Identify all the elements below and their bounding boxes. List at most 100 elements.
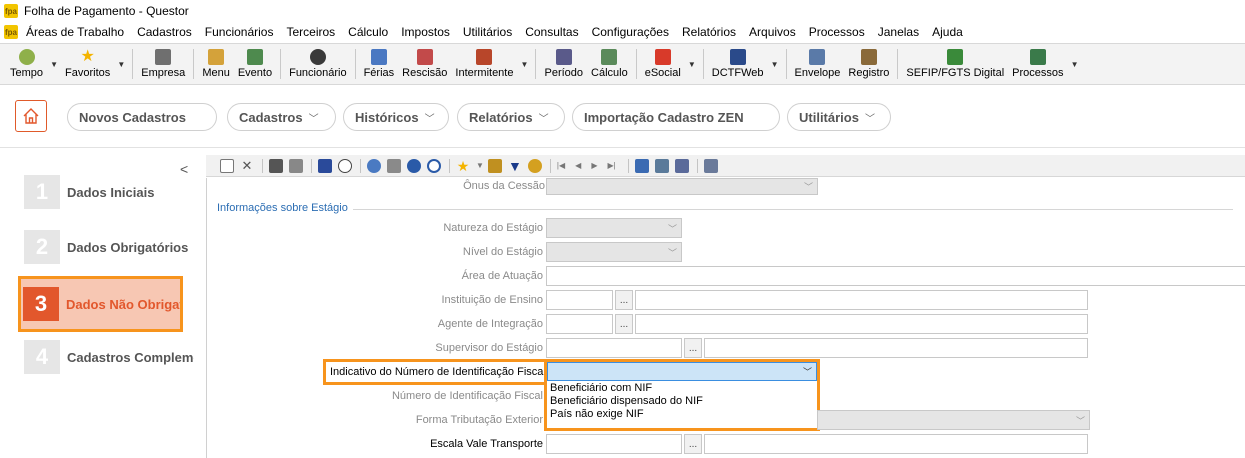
first-record-icon[interactable]: |◀ — [557, 161, 565, 170]
intermitente-dropdown-icon[interactable]: ▼ — [517, 44, 531, 84]
filter-icon[interactable]: ▼ — [508, 159, 522, 173]
step-label: Dados Iniciais — [67, 184, 155, 200]
cadastros-dropdown[interactable]: Cadastros ﹀ — [227, 103, 336, 131]
evento-button[interactable]: Evento — [234, 44, 276, 84]
next-record-icon[interactable]: ▶ — [591, 161, 597, 170]
favorite-dropdown-icon[interactable]: ▼ — [476, 161, 484, 170]
refresh-icon[interactable] — [338, 158, 352, 173]
web-icon[interactable] — [367, 158, 381, 173]
rescisao-button[interactable]: Rescisão — [398, 44, 451, 84]
agente-integracao-name-input[interactable] — [635, 314, 1088, 334]
menu-impostos[interactable]: Impostos — [401, 25, 450, 39]
menu-calculo[interactable]: Cálculo — [348, 25, 388, 39]
ferias-button[interactable]: Férias — [360, 44, 399, 84]
home-button[interactable] — [15, 100, 47, 132]
processos-button[interactable]: Processos — [1008, 44, 1067, 84]
favoritos-button[interactable]: ★ Favoritos — [61, 44, 114, 84]
menu-areas-trabalho[interactable]: Áreas de Trabalho — [26, 25, 124, 39]
esocial-button[interactable]: eSocial — [641, 44, 685, 84]
importacao-zen-button[interactable]: Importação Cadastro ZEN — [572, 103, 780, 131]
timer-icon[interactable] — [427, 158, 441, 173]
processos-dropdown-icon[interactable]: ▼ — [1068, 44, 1082, 84]
zoom-icon[interactable] — [703, 158, 718, 173]
menu-arquivos[interactable]: Arquivos — [749, 25, 796, 39]
dctfweb-icon — [729, 49, 746, 65]
nif-option-dispensado[interactable]: Beneficiário dispensado do NIF — [548, 395, 816, 408]
agente-integracao-code-input[interactable] — [546, 314, 613, 334]
grid-icon[interactable] — [387, 158, 401, 173]
export-icon[interactable] — [487, 158, 502, 173]
new-record-icon[interactable] — [220, 158, 234, 173]
relatorios-dropdown[interactable]: Relatórios ﹀ — [457, 103, 565, 131]
menu-processos[interactable]: Processos — [809, 25, 865, 39]
print-icon[interactable] — [289, 158, 303, 173]
tempo-button[interactable]: Tempo — [6, 44, 47, 84]
intermitente-button[interactable]: Intermitente — [451, 44, 517, 84]
last-record-icon[interactable]: ▶| — [607, 161, 615, 170]
step-number: 1 — [24, 175, 60, 209]
indicativo-nif-combobox[interactable]: ﹀ Beneficiário com NIF Beneficiário disp… — [544, 359, 820, 431]
menu-utilitarios[interactable]: Utilitários — [463, 25, 512, 39]
info-icon[interactable] — [407, 158, 421, 173]
favoritos-dropdown-icon[interactable]: ▼ — [114, 44, 128, 84]
escala-vale-code-input[interactable] — [546, 434, 682, 454]
menu-cadastros[interactable]: Cadastros — [137, 25, 192, 39]
menu-terceiros[interactable]: Terceiros — [286, 25, 335, 39]
novos-cadastros-button[interactable]: Novos Cadastros — [67, 103, 217, 131]
menu-configuracoes[interactable]: Configurações — [592, 25, 669, 39]
toolbar-divider — [449, 158, 450, 173]
menu-button[interactable]: Menu — [198, 44, 234, 84]
nif-option-com-nif[interactable]: Beneficiário com NIF — [548, 382, 816, 395]
nivel-estagio-select[interactable]: ﹀ — [546, 242, 682, 262]
step-dados-obrigatorios[interactable]: 2 Dados Obrigatórios — [24, 230, 194, 264]
onus-cessao-select[interactable]: ﹀ — [546, 178, 818, 195]
save-icon[interactable] — [318, 158, 332, 173]
nif-option-pais-nao-exige[interactable]: País não exige NIF — [548, 408, 816, 421]
natureza-estagio-select[interactable]: ﹀ — [546, 218, 682, 238]
empresa-button[interactable]: Empresa — [137, 44, 189, 84]
tempo-dropdown-icon[interactable]: ▼ — [47, 44, 61, 84]
forma-tributacao-select[interactable]: ﹀ — [817, 410, 1090, 430]
menu-janelas[interactable]: Janelas — [878, 25, 919, 39]
escala-vale-name-input[interactable] — [704, 434, 1088, 454]
step-dados-nao-obrigatorios[interactable]: 3 Dados Não Obrigatórios — [18, 276, 183, 332]
indicativo-nif-selected[interactable]: ﹀ — [547, 362, 817, 381]
step-dados-iniciais[interactable]: 1 Dados Iniciais — [24, 175, 194, 209]
menu-funcionarios[interactable]: Funcionários — [205, 25, 274, 39]
supervisor-estagio-code-input[interactable] — [546, 338, 682, 358]
step-cadastros-complementares[interactable]: 4 Cadastros Complementares — [24, 340, 194, 374]
binoculars-icon[interactable] — [269, 158, 283, 173]
calculo-button[interactable]: Cálculo — [587, 44, 632, 84]
periodo-button[interactable]: Período — [540, 44, 587, 84]
favorite-star-icon[interactable]: ★ — [456, 159, 470, 173]
envelope-button[interactable]: Envelope — [791, 44, 845, 84]
instituicao-ensino-name-input[interactable] — [635, 290, 1088, 310]
instituicao-ensino-code-input[interactable] — [546, 290, 613, 310]
agente-integracao-lookup-button[interactable]: ... — [615, 314, 633, 334]
toolbar-divider — [132, 49, 134, 79]
dctfweb-dropdown-icon[interactable]: ▼ — [768, 44, 782, 84]
registro-button[interactable]: Registro — [844, 44, 893, 84]
edit-record-icon[interactable] — [634, 158, 649, 173]
delete-record-icon[interactable]: ✕ — [240, 158, 254, 173]
menu-relatorios[interactable]: Relatórios — [682, 25, 736, 39]
instituicao-ensino-lookup-button[interactable]: ... — [615, 290, 633, 310]
escala-vale-lookup-button[interactable]: ... — [684, 434, 702, 454]
list-view-icon[interactable] — [654, 158, 669, 173]
supervisor-estagio-name-input[interactable] — [704, 338, 1088, 358]
previous-record-icon[interactable]: ◀ — [575, 161, 581, 170]
area-atuacao-input[interactable] — [546, 266, 1245, 286]
historicos-dropdown[interactable]: Históricos ﹀ — [343, 103, 449, 131]
sefip-button[interactable]: SEFIP/FGTS Digital — [902, 44, 1008, 84]
app-menu-icon[interactable]: fpa — [4, 25, 18, 39]
menu-consultas[interactable]: Consultas — [525, 25, 578, 39]
esocial-dropdown-icon[interactable]: ▼ — [685, 44, 699, 84]
menu-ajuda[interactable]: Ajuda — [932, 25, 963, 39]
clear-filter-icon[interactable] — [527, 158, 542, 173]
report-icon[interactable] — [674, 158, 689, 173]
dctfweb-button[interactable]: DCTFWeb — [708, 44, 768, 84]
funcionario-button[interactable]: Funcionário — [285, 44, 350, 84]
tempo-label: Tempo — [10, 67, 44, 79]
utilitarios-dropdown[interactable]: Utilitários ﹀ — [787, 103, 891, 131]
supervisor-estagio-lookup-button[interactable]: ... — [684, 338, 702, 358]
